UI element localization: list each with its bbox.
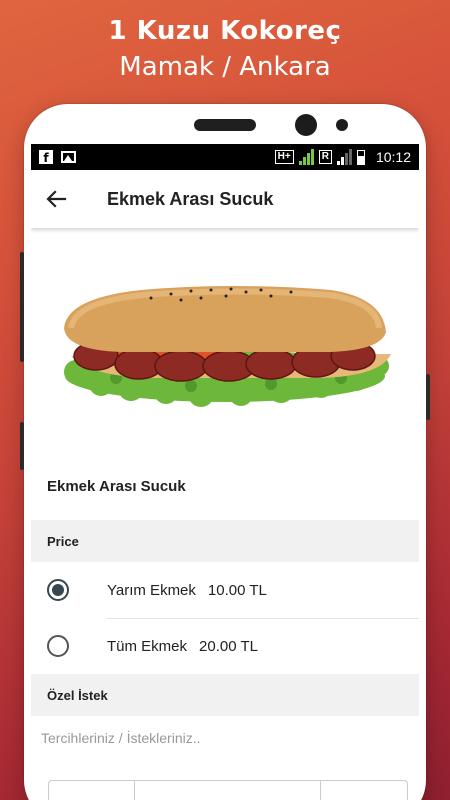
status-bar: f H+ R 10:12	[31, 144, 419, 170]
radio-button[interactable]	[47, 635, 69, 657]
status-time: 10:12	[375, 149, 411, 165]
note-section-header: Özel İstek	[31, 674, 419, 716]
price-section-header: Price	[31, 520, 419, 562]
arrow-left-icon[interactable]	[45, 188, 67, 210]
product-name: Ekmek Arası Sucuk	[47, 478, 186, 495]
option-price: 20.00 TL	[199, 637, 258, 655]
roaming-label: R	[318, 150, 332, 164]
special-request-input[interactable]	[31, 716, 419, 760]
phone-sensor	[336, 119, 348, 131]
price-option-yarim-ekmek[interactable]: Yarım Ekmek 10.00 TL	[31, 562, 419, 618]
promo-title: 1 Kuzu Kokoreç	[108, 16, 342, 46]
increase-quantity-button[interactable]: +	[321, 781, 407, 800]
option-label: Tüm Ekmek	[107, 637, 188, 655]
quantity-value: 1	[135, 781, 321, 800]
app-screen: f H+ R 10:12 Ekmek Arası Sucuk Ekmek Ara…	[31, 144, 419, 800]
option-label: Yarım Ekmek	[107, 581, 196, 599]
phone-frame: f H+ R 10:12 Ekmek Arası Sucuk Ekmek Ara…	[20, 104, 430, 800]
option-price: 10.00 TL	[207, 581, 267, 599]
page-title: Ekmek Arası Sucuk	[107, 188, 274, 209]
image-icon	[61, 151, 76, 163]
sandwich-image	[31, 228, 419, 458]
battery-icon	[356, 149, 365, 165]
phone-side-button-left	[20, 252, 24, 362]
facebook-icon: f	[39, 150, 53, 164]
phone-side-button-left-2	[20, 422, 24, 470]
promo-subtitle: Mamak / Ankara	[119, 52, 331, 82]
quantity-stepper: − 1 +	[48, 780, 408, 800]
network-type-label: H+	[274, 150, 294, 164]
phone-speaker	[194, 119, 256, 131]
decrease-quantity-button[interactable]: −	[49, 781, 135, 800]
price-option-tum-ekmek[interactable]: Tüm Ekmek 20.00 TL	[31, 618, 419, 674]
signal-sim2-icon	[336, 149, 352, 165]
signal-icon	[298, 149, 314, 165]
phone-side-button-right	[426, 374, 430, 420]
radio-button-selected[interactable]	[47, 579, 69, 601]
app-bar: Ekmek Arası Sucuk	[31, 170, 419, 228]
phone-camera	[295, 114, 317, 136]
